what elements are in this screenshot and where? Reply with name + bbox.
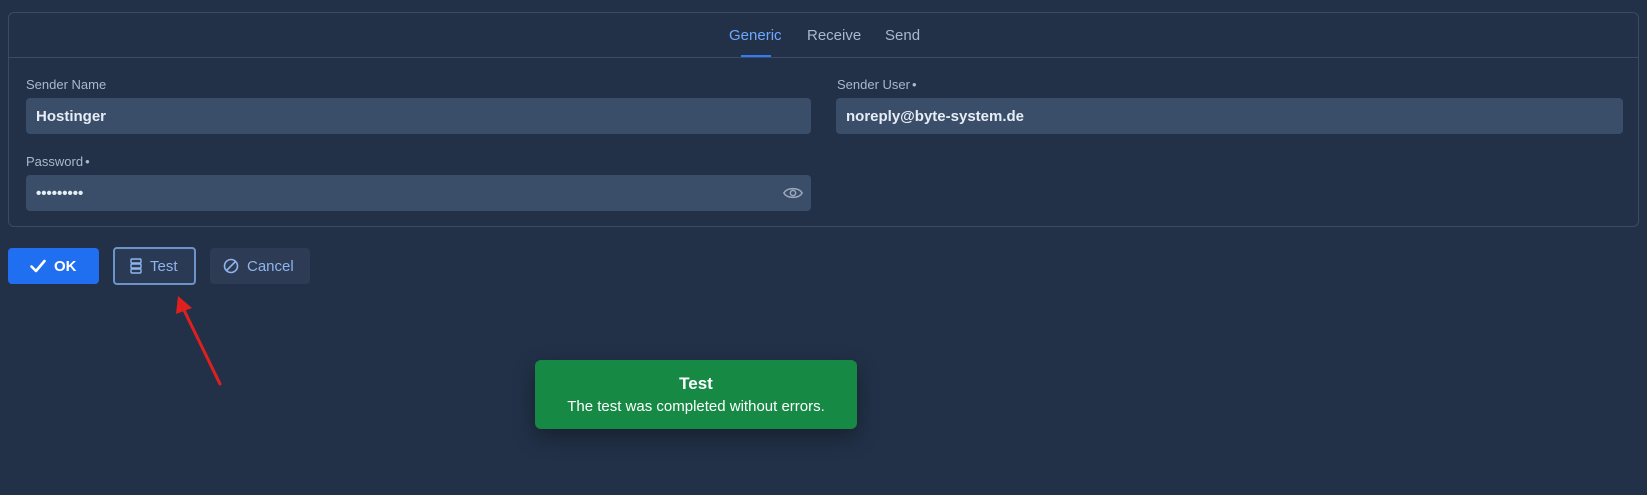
cancel-button[interactable]: Cancel (210, 248, 310, 284)
server-icon (130, 258, 142, 274)
tab-send[interactable]: Send (885, 27, 920, 44)
ok-label: OK (54, 257, 77, 275)
ok-button[interactable]: OK (8, 248, 99, 284)
test-label: Test (150, 257, 178, 275)
tab-generic[interactable]: Generic (729, 27, 782, 44)
toast-title: Test (679, 374, 713, 393)
test-button[interactable]: Test (113, 247, 196, 285)
sender-name-label: Sender Name (26, 77, 107, 92)
sender-name-value: Hostinger (36, 107, 107, 125)
sender-user-label: Sender User • (837, 77, 917, 92)
sender-user-value: noreply@byte-system.de (846, 107, 1025, 125)
tab-receive[interactable]: Receive (807, 27, 861, 44)
success-toast: Test The test was completed without erro… (535, 360, 857, 429)
password-label-text: Password (26, 154, 84, 169)
sender-user-input[interactable]: noreply@byte-system.de (836, 98, 1623, 134)
sender-user-label-text: Sender User (837, 77, 910, 92)
sender-name-input[interactable]: Hostinger (26, 98, 811, 134)
settings-panel: Generic Receive Send Sender Name Hosting… (8, 12, 1639, 227)
password-label: Password • (26, 154, 90, 169)
required-marker: • (85, 154, 90, 169)
eye-icon[interactable] (783, 184, 803, 202)
required-marker: • (911, 77, 917, 92)
password-input[interactable]: ••••••••• (26, 175, 811, 211)
ban-icon (223, 258, 239, 274)
check-icon (30, 259, 46, 273)
password-value: ••••••••• (36, 184, 84, 202)
tab-bar: Generic Receive Send (9, 13, 1638, 58)
active-tab-indicator (741, 55, 771, 57)
annotation-arrow (176, 296, 222, 386)
toast-message: The test was completed without errors. (567, 398, 825, 415)
cancel-label: Cancel (247, 257, 294, 275)
